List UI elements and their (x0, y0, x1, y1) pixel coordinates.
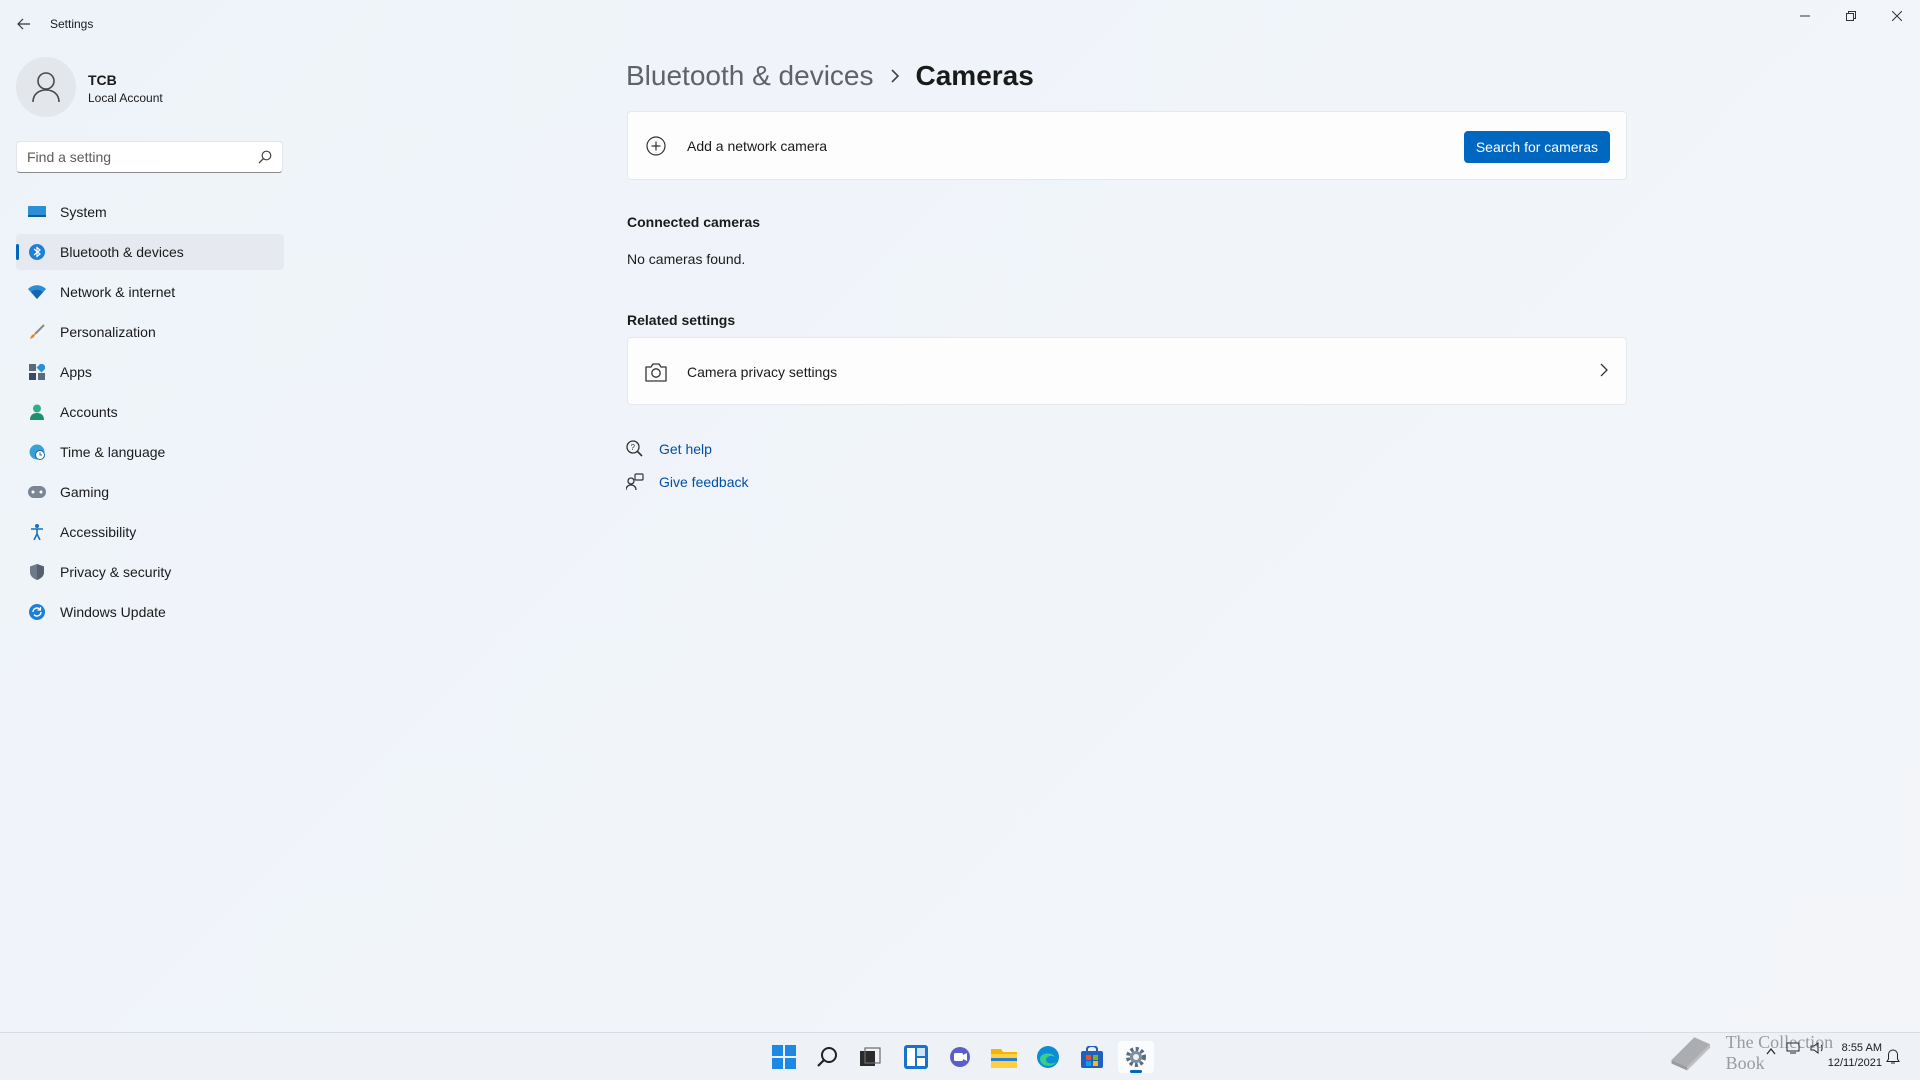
sidebar-item-label: System (60, 204, 107, 220)
sidebar-item-label: Windows Update (60, 604, 166, 620)
gamepad-icon (28, 483, 46, 501)
sidebar-item-label: Bluetooth & devices (60, 244, 184, 260)
page-title: Cameras (915, 60, 1034, 91)
camera-icon (644, 360, 668, 384)
search-for-cameras-button[interactable]: Search for cameras (1463, 131, 1610, 163)
minimize-icon (1800, 15, 1810, 17)
breadcrumb-parent[interactable]: Bluetooth & devices (626, 60, 874, 92)
sidebar-item-windows-update[interactable]: Windows Update (16, 594, 284, 630)
get-help-link[interactable]: ? Get help (626, 438, 712, 460)
minimize-button[interactable] (1782, 0, 1828, 32)
profile-account-type: Local Account (88, 91, 163, 105)
sidebar-item-privacy-security[interactable]: Privacy & security (16, 554, 284, 590)
bluetooth-icon (28, 243, 46, 261)
sidebar-item-label: Accessibility (60, 524, 137, 540)
person-avatar-icon (32, 72, 60, 103)
search-icon[interactable] (258, 150, 272, 169)
sidebar-item-label: Network & internet (60, 284, 176, 300)
sidebar-item-label: Personalization (60, 324, 156, 340)
user-profile[interactable]: TCB Local Account (16, 57, 286, 119)
taskbar-date: 12/11/2021 (1827, 1057, 1882, 1069)
connected-cameras-heading: Connected cameras (627, 214, 761, 230)
sidebar-item-label: Accounts (60, 404, 118, 420)
close-button[interactable] (1874, 0, 1920, 32)
give-feedback-text: Give feedback (659, 474, 749, 490)
feedback-icon (626, 473, 644, 491)
search-input[interactable] (17, 142, 237, 172)
update-icon (28, 603, 46, 621)
taskbar-clock[interactable]: 8:55 AM 12/11/2021 (1820, 1041, 1882, 1071)
settings-app-icon[interactable] (1118, 1041, 1154, 1073)
wifi-icon (28, 283, 46, 301)
accessibility-icon (28, 523, 46, 541)
help-chat-icon: ? (626, 440, 644, 458)
restore-icon (1846, 11, 1856, 21)
sidebar-item-time-language[interactable]: Time & language (16, 434, 284, 470)
taskbar-time: 8:55 AM (1841, 1042, 1882, 1054)
give-feedback-link[interactable]: Give feedback (626, 471, 749, 493)
no-cameras-text: No cameras found. (627, 251, 746, 267)
add-network-camera-label: Add a network camera (687, 138, 828, 154)
edge-icon[interactable] (1030, 1041, 1066, 1073)
sidebar-item-accounts[interactable]: Accounts (16, 394, 284, 430)
notification-icon[interactable] (1886, 1049, 1900, 1070)
chevron-right-icon (890, 69, 900, 83)
sidebar-item-apps[interactable]: Apps (16, 354, 284, 390)
search-icon[interactable] (810, 1041, 846, 1073)
chevron-up-icon[interactable] (1766, 1042, 1776, 1060)
title-bar: Settings (0, 0, 1920, 48)
breadcrumb: Bluetooth & devices Cameras (626, 54, 1034, 98)
get-help-text: Get help (659, 441, 712, 457)
store-icon[interactable] (1074, 1041, 1110, 1073)
add-circle-icon (644, 134, 668, 158)
sidebar-item-accessibility[interactable]: Accessibility (16, 514, 284, 550)
sidebar-item-personalization[interactable]: Personalization (16, 314, 284, 350)
person-icon (28, 403, 46, 421)
globe-clock-icon (28, 443, 46, 461)
sidebar-item-label: Gaming (60, 484, 110, 500)
system-icon (28, 203, 46, 221)
app-title: Settings (50, 17, 94, 31)
sidebar-item-bluetooth-devices[interactable]: Bluetooth & devices (16, 234, 284, 270)
camera-privacy-settings-card[interactable]: Camera privacy settings (627, 337, 1627, 405)
sidebar-item-gaming[interactable]: Gaming (16, 474, 284, 510)
avatar (16, 57, 76, 117)
file-explorer-icon[interactable] (986, 1041, 1022, 1073)
back-arrow-icon (17, 18, 30, 30)
camera-privacy-settings-label: Camera privacy settings (687, 364, 838, 380)
back-button[interactable] (12, 10, 36, 38)
related-settings-heading: Related settings (627, 312, 736, 328)
chat-icon[interactable] (942, 1041, 978, 1073)
apps-icon (28, 363, 46, 381)
sidebar-nav: System Bluetooth & devices Network & int… (16, 194, 284, 634)
shield-icon (28, 563, 46, 581)
network-icon[interactable] (1786, 1041, 1802, 1060)
system-tray (1766, 1041, 1826, 1060)
sidebar-item-label: Time & language (60, 444, 166, 460)
sidebar-item-system[interactable]: System (16, 194, 284, 230)
start-icon[interactable] (766, 1041, 802, 1073)
restore-button[interactable] (1828, 0, 1874, 32)
widgets-icon[interactable] (898, 1041, 934, 1073)
search-box (16, 141, 283, 173)
brush-icon (28, 323, 46, 341)
sidebar-item-label: Apps (60, 364, 92, 380)
chevron-right-icon (1600, 363, 1608, 382)
svg-text:?: ? (631, 443, 636, 452)
sidebar-item-label: Privacy & security (60, 564, 172, 580)
taskbar: 8:55 AM 12/11/2021 (0, 1032, 1920, 1080)
task-view-icon[interactable] (852, 1041, 888, 1073)
sidebar-item-network-internet[interactable]: Network & internet (16, 274, 284, 310)
close-icon (1892, 11, 1902, 21)
add-network-camera-card: Add a network camera Search for cameras (627, 111, 1627, 180)
profile-name: TCB (88, 72, 117, 88)
